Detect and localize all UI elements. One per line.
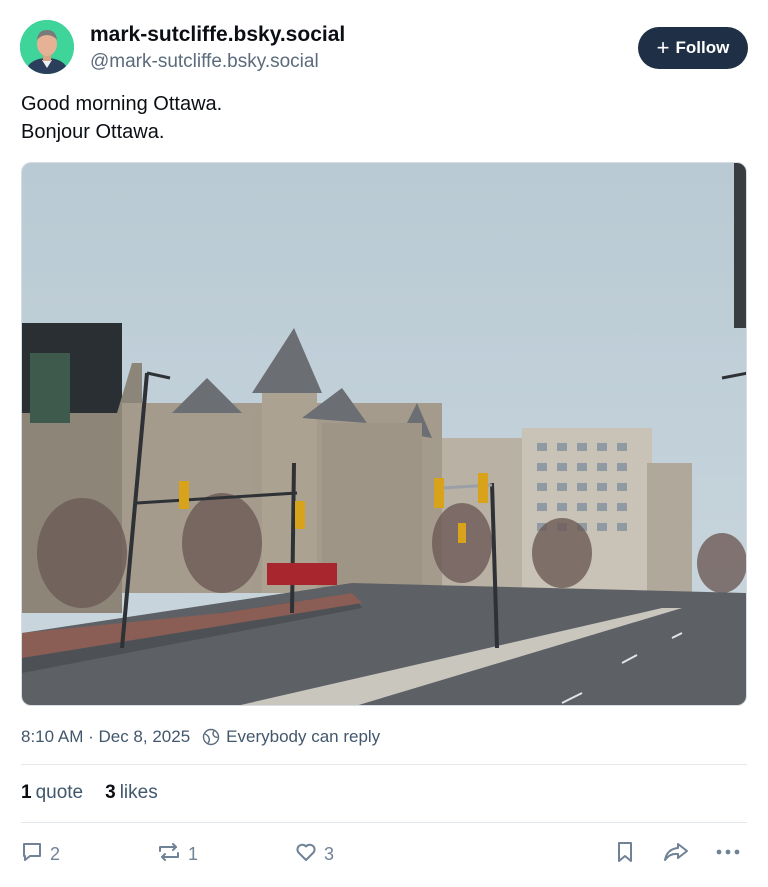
post-text-line: Good morning Ottawa. (21, 93, 223, 115)
post-image[interactable] (21, 162, 747, 706)
follow-button[interactable]: + Follow (638, 27, 748, 69)
globe-icon (202, 728, 220, 746)
repost-count: 1 (188, 844, 199, 864)
divider (21, 764, 747, 765)
repost-button[interactable]: 1 (156, 840, 198, 869)
like-count-label: likes (119, 782, 158, 803)
quote-count-value: 1 (21, 782, 32, 803)
share-icon (662, 840, 690, 869)
post-header: mark-sutcliffe.bsky.social @mark-sutclif… (20, 20, 748, 76)
like-action-count: 3 (324, 844, 335, 864)
bookmark-button[interactable] (614, 840, 636, 869)
more-icon (714, 840, 742, 869)
post-text: Good morning Ottawa. Bonjour Ottawa. (21, 90, 222, 146)
avatar[interactable] (20, 20, 74, 74)
reply-setting: Everybody can reply (226, 727, 381, 746)
post-meta: 8:10 AM · Dec 8, 2025 Everybody can repl… (21, 727, 380, 747)
post-text-line: Bonjour Ottawa. (21, 121, 165, 143)
reply-icon (20, 840, 44, 869)
post-actions: 2 1 3 (20, 840, 748, 870)
timestamp[interactable]: 8:10 AM · Dec 8, 2025 (21, 727, 190, 747)
like-button[interactable]: 3 (294, 840, 334, 869)
share-button[interactable] (662, 840, 690, 869)
quote-count-label: quote (35, 782, 84, 803)
like-icon (294, 840, 318, 869)
reply-count: 2 (50, 844, 61, 864)
author-display-name[interactable]: mark-sutcliffe.bsky.social (90, 22, 345, 48)
like-count[interactable]: 3 likes (105, 782, 158, 804)
follow-label: Follow (675, 38, 730, 57)
plus-icon: + (656, 35, 670, 60)
engagement-counts: 1 quote 3 likes (21, 782, 180, 804)
more-button[interactable] (714, 840, 742, 869)
repost-icon (156, 840, 182, 869)
divider (21, 822, 747, 823)
author-handle[interactable]: @mark-sutcliffe.bsky.social (90, 49, 345, 75)
bookmark-icon (614, 840, 636, 869)
like-count-value: 3 (105, 782, 116, 803)
reply-button[interactable]: 2 (20, 840, 60, 869)
quote-count[interactable]: 1 quote (21, 782, 83, 804)
